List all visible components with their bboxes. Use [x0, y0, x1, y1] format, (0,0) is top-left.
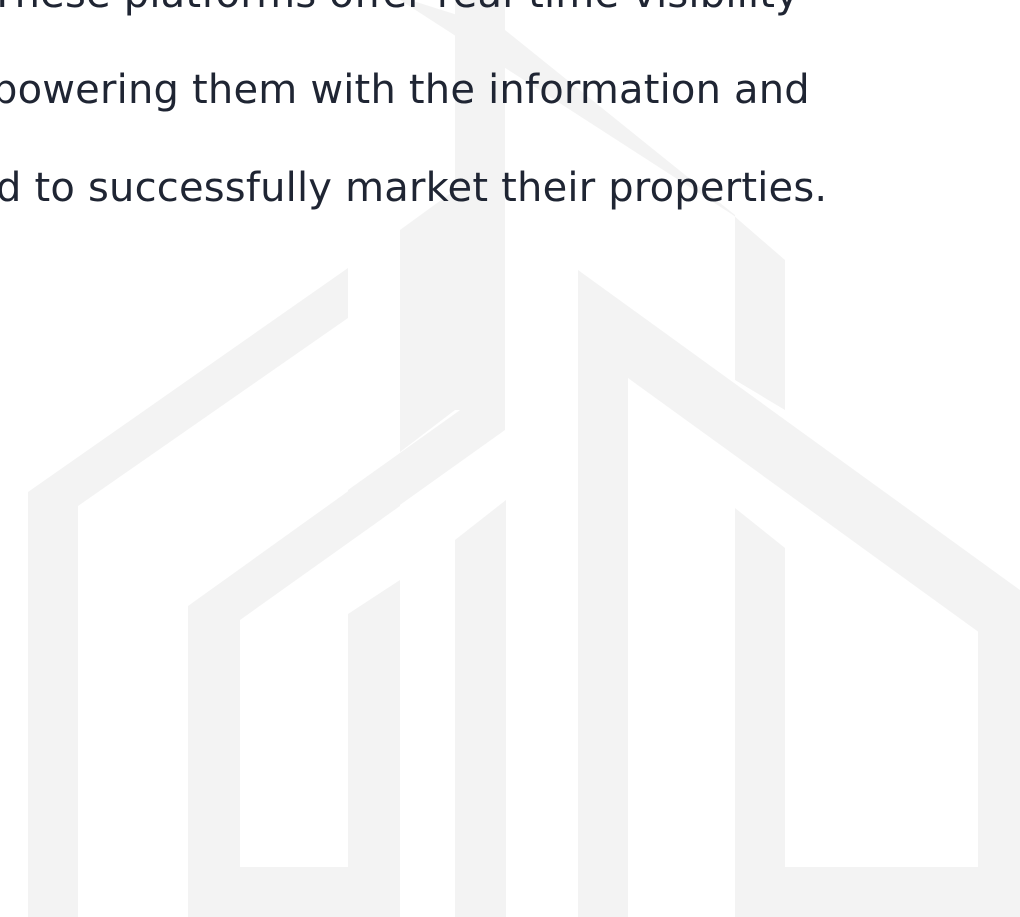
watermark-center-column — [455, 500, 506, 917]
paragraph-line-3: d to successfully market their propertie… — [0, 165, 828, 211]
description-paragraph: These platforms offer real-time visibili… — [0, 0, 1020, 260]
paragraph-line-2: powering them with the information and — [0, 67, 810, 113]
paragraph-line-1: These platforms offer real-time visibili… — [0, 0, 799, 18]
page: These platforms offer real-time visibili… — [0, 0, 1020, 917]
watermark-right-roof — [578, 270, 1020, 917]
watermark-left-column — [348, 580, 400, 917]
